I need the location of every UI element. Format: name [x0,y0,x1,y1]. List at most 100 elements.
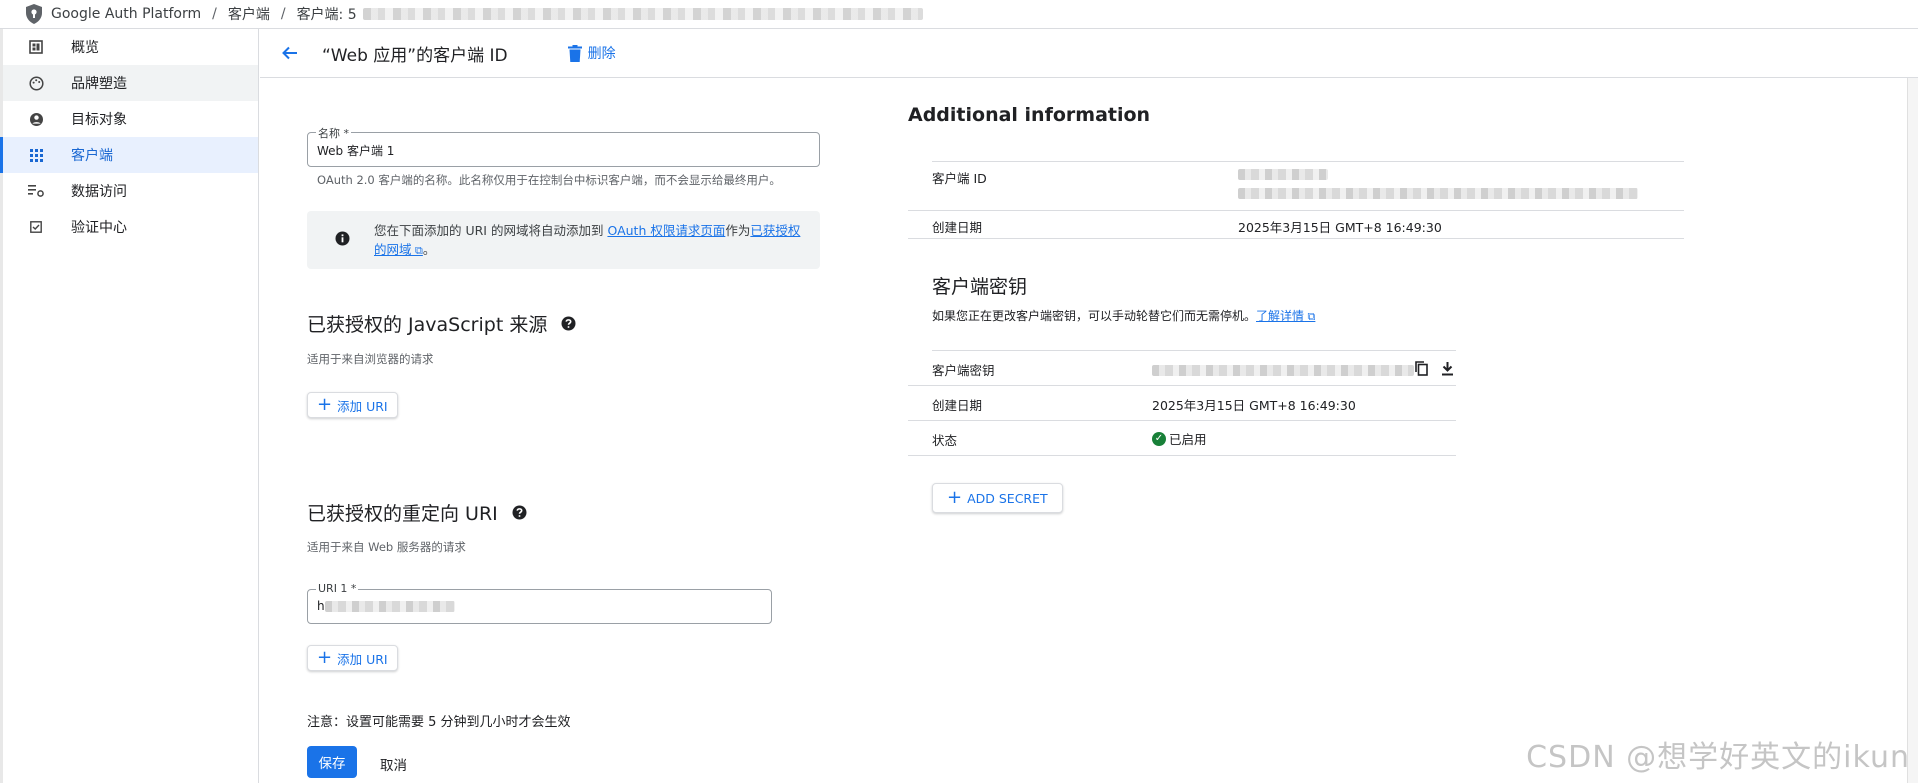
redirect-title-text: 已获授权的重定向 URI [307,503,498,525]
add-secret-button[interactable]: + ADD SECRET [932,483,1063,513]
scrollbar[interactable] [1907,78,1918,783]
add-secret-label: ADD SECRET [967,490,1048,506]
download-icon[interactable] [1439,360,1455,376]
secret-created-row: 创建日期 2025年3月15日 GMT+8 16:49:30 [908,386,1456,421]
uri-1-value-prefix: h [317,599,325,613]
external-link-icon: ⧉ [411,244,423,257]
sidebar: 概览 品牌塑造 目标对象 客户端 数据访问 验证中心 [0,29,259,783]
breadcrumb-clients[interactable]: 客户端 [228,4,270,24]
palette-icon [27,74,45,92]
breadcrumb: Google Auth Platform / 客户端 / 客户端: 5 [0,0,1918,29]
add-redirect-uri-button[interactable]: + 添加 URI [307,645,398,671]
status-value: 已启用 [1169,432,1207,447]
trash-icon [567,44,582,62]
help-icon[interactable] [561,316,576,331]
sidebar-item-data-access[interactable]: 数据访问 [3,173,258,209]
sidebar-item-audience[interactable]: 目标对象 [3,101,258,137]
plus-icon: + [947,487,963,508]
cancel-button[interactable]: 取消 [380,754,407,774]
grid-icon [27,146,45,164]
consent-screen-link[interactable]: OAuth 权限请求页面 [607,223,725,238]
breadcrumb-separator: / [280,6,286,22]
external-link-icon: ⧉ [1304,310,1316,323]
name-field[interactable]: 名称 * Web 客户端 1 [307,125,820,167]
page-header: “Web 应用”的客户端 ID 删除 [260,29,1918,78]
created-date-value: 2025年3月15日 GMT+8 16:49:30 [1238,220,1442,235]
data-settings-icon [27,182,45,200]
breadcrumb-product[interactable]: Google Auth Platform [51,6,201,22]
redacted-text [1152,365,1414,376]
redacted-text [362,8,923,20]
client-id-value [1238,169,1638,199]
sidebar-item-label: 概览 [71,40,99,56]
redirect-uris-section-title: 已获授权的重定向 URI [307,499,527,526]
sidebar-item-branding[interactable]: 品牌塑造 [3,65,258,101]
client-secret-label: 客户端密钥 [932,363,995,378]
secret-status-row: 状态 ✓ 已启用 [908,421,1456,456]
client-id-row: 客户端 ID [908,161,1684,211]
client-secret-value [1152,362,1414,377]
sidebar-item-label: 目标对象 [71,112,127,128]
learn-more-link[interactable]: 了解详情 ⧉ [1256,309,1315,323]
redacted-text [1238,169,1328,180]
client-created-row: 创建日期 2025年3月15日 GMT+8 16:49:30 [908,211,1684,239]
settings-note: 注意：设置可能需要 5 分钟到几小时才会生效 [307,715,571,730]
client-secrets-title: 客户端密钥 [932,276,1028,298]
sidebar-item-label: 客户端 [71,148,113,164]
client-secrets-desc-text: 如果您正在更改客户端密钥，可以手动轮替它们而无需停机。 [932,309,1257,323]
plus-icon: + [317,394,333,415]
info-banner: 您在下面添加的 URI 的网域将自动添加到 OAuth 权限请求页面作为已获授权… [307,211,820,269]
help-icon[interactable] [512,505,527,520]
uri-1-field[interactable]: URI 1 * h [307,582,772,624]
redacted-text [1238,188,1638,199]
add-js-origin-uri-button[interactable]: + 添加 URI [307,392,398,418]
secret-row: 客户端密钥 [908,350,1456,386]
info-text: 您在下面添加的 URI 的网域将自动添加到 [374,223,608,238]
dashboard-icon [27,38,45,56]
redacted-text [324,601,455,612]
delete-button[interactable]: 删除 [567,43,616,63]
check-box-icon [27,218,45,236]
redirect-helper-text: 适用于来自 Web 服务器的请求 [307,540,466,554]
save-button[interactable]: 保存 [307,746,357,778]
info-text: 作为 [725,223,751,238]
breadcrumb-current-client: 客户端: 5 [296,7,357,23]
name-field-label: 名称 * [316,125,351,141]
sidebar-item-label: 数据访问 [71,184,127,200]
secret-created-value: 2025年3月15日 GMT+8 16:49:30 [1152,398,1356,413]
client-id-label: 客户端 ID [932,171,987,186]
learn-more-label: 了解详情 [1256,309,1305,323]
sidebar-item-overview[interactable]: 概览 [3,29,258,65]
add-uri-label: 添加 URI [337,651,388,667]
status-badge: ✓ 已启用 [1152,429,1207,448]
info-icon [335,231,350,246]
name-helper-text: OAuth 2.0 客户端的名称。此名称仅用于在控制台中标识客户端，而不会显示给… [317,173,781,187]
uri-1-field-label: URI 1 * [316,582,359,595]
sidebar-item-verification[interactable]: 验证中心 [3,209,258,245]
copy-icon[interactable] [1413,360,1429,376]
breadcrumb-separator: / [212,6,217,22]
js-origins-title-text: 已获授权的 JavaScript 来源 [307,314,548,336]
watermark: CSDN @想学好英文的ikun [1526,740,1910,775]
info-banner-text: 您在下面添加的 URI 的网域将自动添加到 OAuth 权限请求页面作为已获授权… [374,221,804,260]
js-origins-helper-text: 适用于来自浏览器的请求 [307,352,434,366]
client-secrets-desc: 如果您正在更改客户端密钥，可以手动轮替它们而无需停机。了解详情 ⧉ [932,307,1315,324]
additional-info-title: Additional information [908,104,1151,126]
name-field-value: Web 客户端 1 [317,144,395,158]
page-title: “Web 应用”的客户端 ID [322,45,508,66]
sidebar-item-label: 品牌塑造 [71,76,127,92]
check-circle-icon: ✓ [1152,431,1166,446]
shield-logo-icon [26,4,42,24]
back-arrow-icon[interactable] [278,41,302,65]
sidebar-item-clients[interactable]: 客户端 [0,137,258,173]
info-text: 。 [422,242,436,257]
uri-1-field-value: h [317,599,455,613]
status-label: 状态 [932,433,958,448]
js-origins-section-title: 已获授权的 JavaScript 来源 [307,310,576,337]
plus-icon: + [317,647,333,668]
delete-button-label: 删除 [587,46,616,62]
account-circle-icon [27,110,45,128]
add-uri-label: 添加 URI [337,398,388,414]
sidebar-item-label: 验证中心 [71,220,127,236]
created-date-label: 创建日期 [932,220,983,235]
